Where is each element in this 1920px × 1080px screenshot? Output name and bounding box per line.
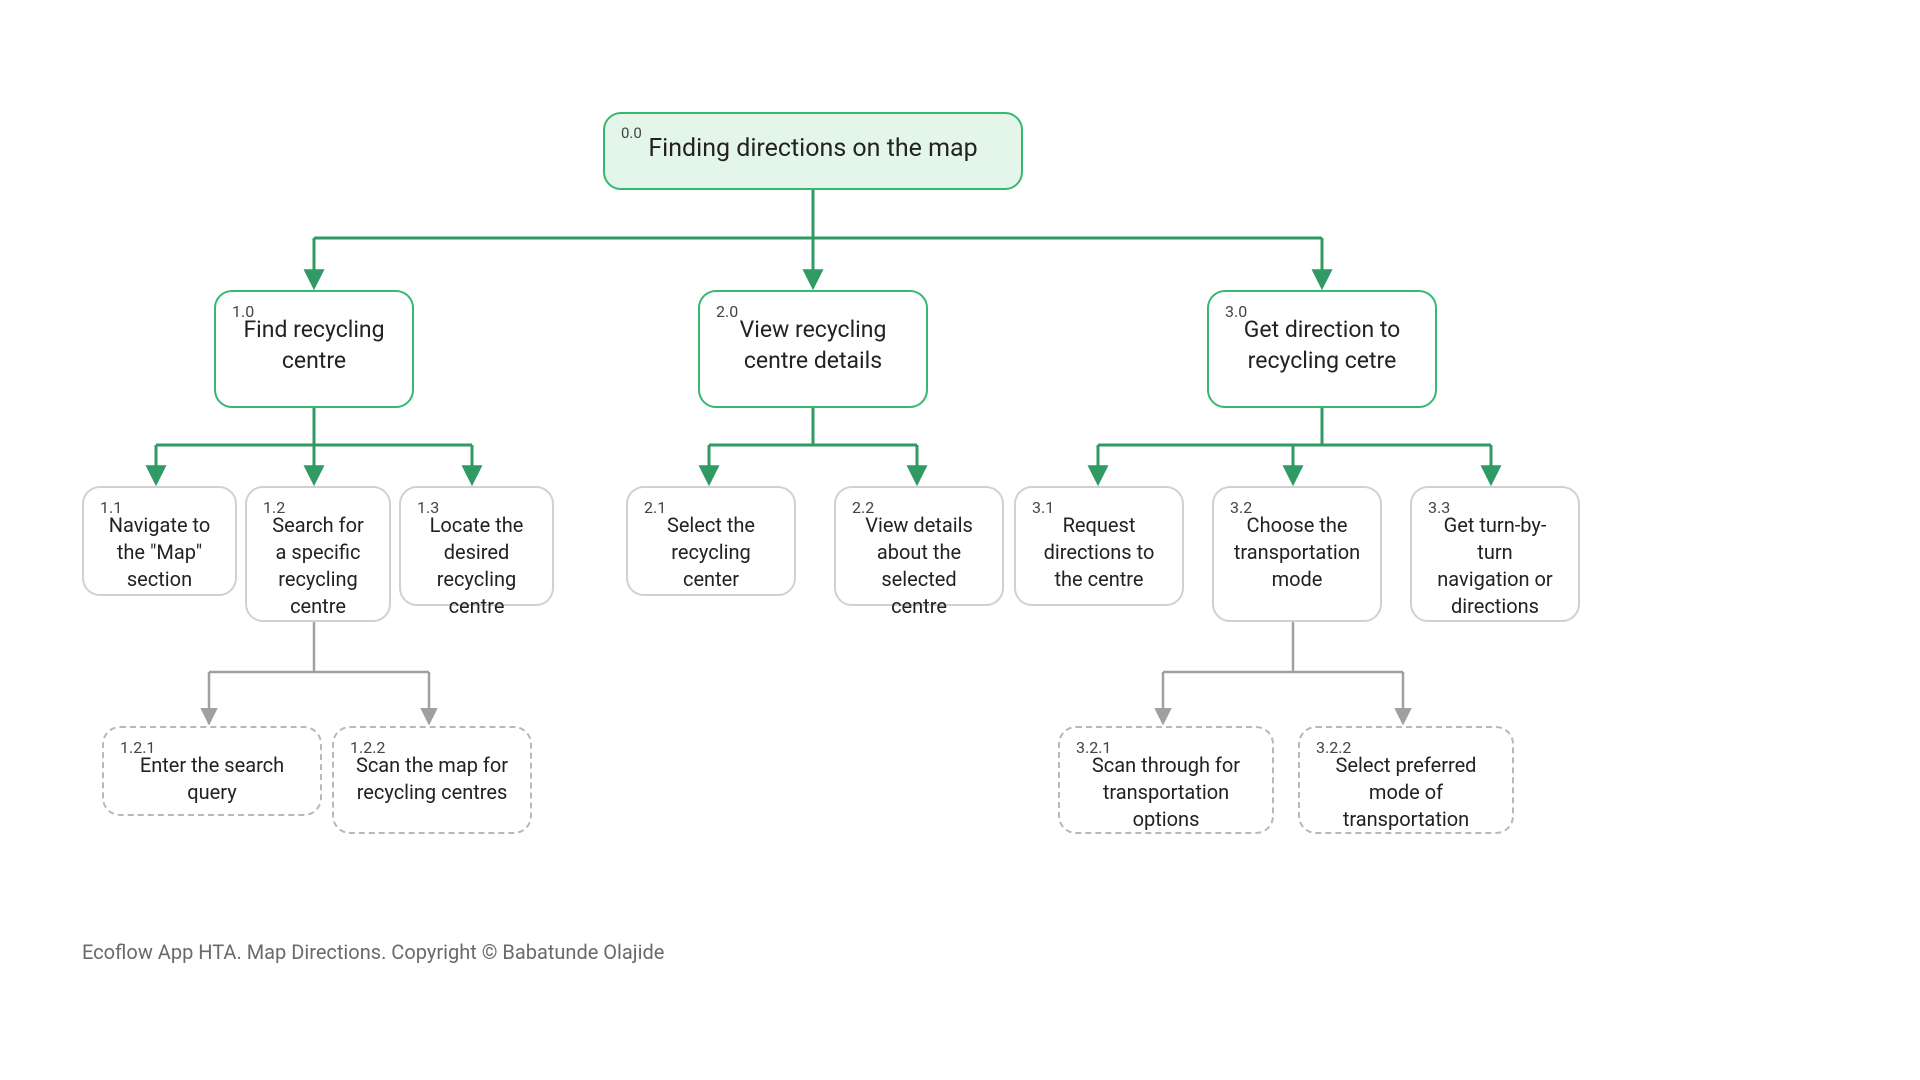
node-label: Navigate to the "Map" section — [102, 512, 217, 593]
node-label: Get direction to recycling cetre — [1227, 314, 1417, 376]
node-3-2: 3.2 Choose the transportation mode — [1212, 486, 1382, 622]
node-num: 3.3 — [1428, 498, 1450, 517]
node-num: 3.2.1 — [1076, 738, 1111, 757]
node-1-2-1: 1.2.1 Enter the search query — [102, 726, 322, 816]
node-1-0: 1.0 Find recycling centre — [214, 290, 414, 408]
node-num: 3.1 — [1032, 498, 1054, 517]
node-label: Get turn-by-turn navigation or direction… — [1430, 512, 1560, 620]
node-3-3: 3.3 Get turn-by-turn navigation or direc… — [1410, 486, 1580, 622]
node-label: View details about the selected centre — [854, 512, 984, 620]
node-num: 2.1 — [644, 498, 666, 517]
node-num: 3.2.2 — [1316, 738, 1351, 757]
node-num: 1.2.1 — [120, 738, 155, 757]
node-2-0: 2.0 View recycling centre details — [698, 290, 928, 408]
node-root: 0.0 Finding directions on the map — [603, 112, 1023, 190]
node-num: 1.2.2 — [350, 738, 385, 757]
node-num: 0.0 — [621, 124, 642, 142]
node-1-3: 1.3 Locate the desired recycling centre — [399, 486, 554, 606]
node-3-0: 3.0 Get direction to recycling cetre — [1207, 290, 1437, 408]
node-num: 1.1 — [100, 498, 122, 517]
node-num: 1.3 — [417, 498, 439, 517]
node-2-2: 2.2 View details about the selected cent… — [834, 486, 1004, 606]
node-num: 2.2 — [852, 498, 874, 517]
node-label: Choose the transportation mode — [1232, 512, 1362, 593]
footer-copyright: Ecoflow App HTA. Map Directions. Copyrig… — [82, 940, 664, 964]
node-1-2-2: 1.2.2 Scan the map for recycling centres — [332, 726, 532, 834]
node-label: Select the recycling center — [646, 512, 776, 593]
node-label: Scan the map for recycling centres — [352, 752, 512, 806]
node-2-1: 2.1 Select the recycling center — [626, 486, 796, 596]
node-1-2: 1.2 Search for a specific recycling cent… — [245, 486, 391, 622]
node-3-2-1: 3.2.1 Scan through for transportation op… — [1058, 726, 1274, 834]
node-label: Request directions to the centre — [1034, 512, 1164, 593]
node-label: View recycling centre details — [718, 314, 908, 376]
node-num: 3.2 — [1230, 498, 1252, 517]
node-label: Select preferred mode of transportation — [1318, 752, 1494, 833]
node-num: 3.0 — [1225, 302, 1247, 321]
node-1-1: 1.1 Navigate to the "Map" section — [82, 486, 237, 596]
node-3-1: 3.1 Request directions to the centre — [1014, 486, 1184, 606]
node-label: Find recycling centre — [234, 314, 394, 376]
node-num: 1.2 — [263, 498, 285, 517]
node-num: 2.0 — [716, 302, 738, 321]
node-label: Finding directions on the map — [623, 132, 1003, 166]
node-label: Locate the desired recycling centre — [419, 512, 534, 620]
node-label: Search for a specific recycling centre — [265, 512, 371, 620]
node-label: Scan through for transportation options — [1078, 752, 1254, 833]
node-3-2-2: 3.2.2 Select preferred mode of transport… — [1298, 726, 1514, 834]
node-label: Enter the search query — [122, 752, 302, 806]
node-num: 1.0 — [232, 302, 254, 321]
